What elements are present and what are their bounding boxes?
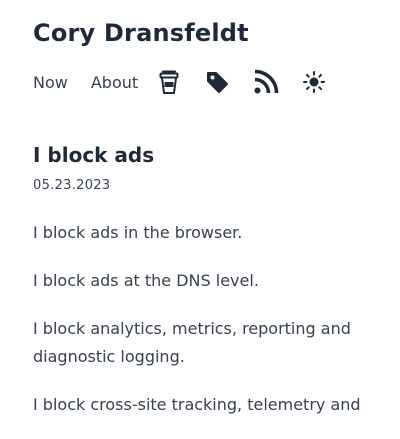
main-nav: Now About: [33, 67, 326, 97]
nav-link-now[interactable]: Now: [33, 73, 68, 92]
post-title[interactable]: I block ads: [33, 143, 154, 167]
coffee-cup-icon[interactable]: [159, 69, 179, 95]
tag-icon[interactable]: [205, 70, 229, 94]
sun-icon[interactable]: [303, 71, 326, 93]
post-body: I block ads in the browser. I block ads …: [33, 219, 373, 439]
post-date: 05.23.2023: [33, 178, 111, 193]
rss-icon[interactable]: [253, 69, 279, 95]
nav-link-about[interactable]: About: [91, 73, 138, 92]
post-paragraph: I block cross-site tracking, telemetry a…: [33, 395, 361, 414]
post-paragraph: I block analytics, metrics, reporting an…: [33, 319, 351, 366]
post-paragraph: I block ads in the browser.: [33, 223, 243, 242]
post-paragraph: I block ads at the DNS level.: [33, 271, 259, 290]
site-title[interactable]: Cory Dransfeldt: [33, 19, 249, 47]
